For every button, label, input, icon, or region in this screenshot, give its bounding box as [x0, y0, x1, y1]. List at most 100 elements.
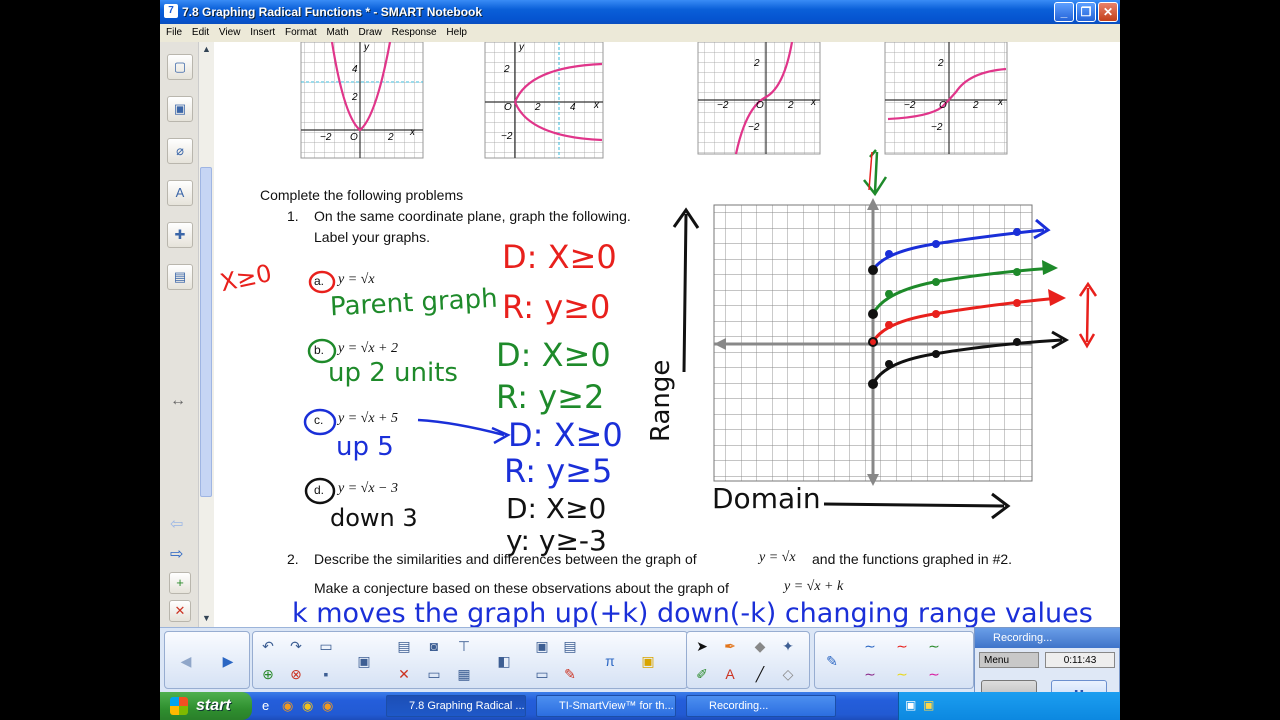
item-d-equation: y = √x − 3	[338, 481, 399, 496]
pen-style-purple-icon[interactable]: ∼	[859, 663, 881, 685]
menu-format[interactable]: Format	[285, 24, 317, 42]
delete-page-icon[interactable]: ✕	[169, 600, 191, 622]
g3-origin: O	[756, 100, 764, 111]
whiteboard-page[interactable]: 4 2 −2 O 2 x y 2 O 2 4 −2 x y 2 −2 O 2 x…	[214, 42, 1120, 627]
forward-arrow-icon[interactable]: ▶	[217, 650, 239, 672]
next-page-icon[interactable]: ⇨	[170, 544, 183, 564]
note-c-range: R: y≥5	[504, 452, 613, 490]
menu-view[interactable]: View	[219, 24, 241, 42]
item-c-equation: y = √x + 5	[338, 411, 399, 426]
edit-tools-group: ↶ ↷ ▭ ⊕ ⊗ ▪ ▣ ▤ ◙ ⊤ ✕ ▭ ▦ ◧ ▣ ▤ ▭ ✎ π ▣	[252, 631, 688, 689]
restore-button[interactable]: ❐	[1076, 2, 1096, 22]
table-insert-icon[interactable]: ⊤	[453, 635, 475, 657]
properties-icon[interactable]: A	[167, 180, 193, 206]
windows-logo-icon	[170, 697, 188, 715]
task-recording[interactable]: Recording...	[686, 695, 836, 717]
screen-icon[interactable]: ▭	[423, 663, 445, 685]
firefox-icon[interactable]: ◉	[282, 698, 293, 714]
pen-style-green-icon[interactable]: ∼	[923, 635, 945, 657]
menu-bar: File Edit View Insert Format Math Draw R…	[160, 24, 1120, 42]
magic-pen-icon[interactable]: ✦	[777, 635, 799, 657]
item-d-letter: d.	[314, 483, 325, 497]
menu-file[interactable]: File	[166, 24, 182, 42]
menu-math[interactable]: Math	[326, 24, 348, 42]
creative-pen-icon[interactable]: ✐	[691, 663, 713, 685]
redo-icon[interactable]: ↷	[285, 635, 307, 657]
line-icon[interactable]: ╱	[749, 663, 771, 685]
text-icon[interactable]: A	[719, 663, 741, 685]
minimize-button[interactable]: _	[1054, 2, 1074, 22]
tray-lock-icon[interactable]: ▣	[923, 698, 934, 712]
menu-response[interactable]: Response	[392, 24, 437, 42]
scroll-down-icon[interactable]: ▼	[201, 613, 212, 623]
g3-tick-2x: 2	[787, 100, 794, 111]
pen-icon[interactable]: ✒	[719, 635, 741, 657]
note-up-2-units: up 2 units	[328, 358, 458, 388]
g1-origin: O	[350, 132, 358, 143]
pen-properties-icon[interactable]: ✎	[821, 650, 843, 672]
task-smart-notebook[interactable]: 7.8 Graphing Radical ...	[386, 695, 526, 717]
g2-x-label: x	[593, 100, 600, 111]
lock-icon[interactable]: ▣	[637, 650, 659, 672]
g4-origin: O	[939, 100, 947, 111]
q1-line1: On the same coordinate plane, graph the …	[314, 208, 631, 224]
g4-tick-neg2y: −2	[931, 122, 943, 133]
previous-page-icon[interactable]: ⇦	[170, 514, 183, 534]
fill-icon[interactable]: ▤	[559, 635, 581, 657]
ie-icon[interactable]: e	[262, 698, 269, 713]
scroll-thumb[interactable]	[200, 167, 212, 497]
recorder-menu-button[interactable]: Menu	[979, 652, 1039, 668]
delete-page-icon[interactable]: ⊗	[285, 663, 307, 685]
table-icon[interactable]: ▦	[453, 663, 475, 685]
q1-line2: Label your graphs.	[314, 229, 430, 245]
firefox-2-icon[interactable]: ◉	[322, 698, 333, 714]
save-icon[interactable]: ▪	[315, 663, 337, 685]
display-icon[interactable]: ▣	[531, 635, 553, 657]
undo-icon[interactable]: ↶	[257, 635, 279, 657]
pointer-icon[interactable]: ➤	[691, 635, 713, 657]
camera-icon[interactable]: ◙	[423, 635, 445, 657]
menu-draw[interactable]: Draw	[358, 24, 381, 42]
task-ti-smartview[interactable]: TI-SmartView™ for th...	[536, 695, 676, 717]
addon-icon[interactable]: ✚	[167, 222, 193, 248]
attachment-icon[interactable]: ⌀	[167, 138, 193, 164]
pen-style-magenta-icon[interactable]: ∼	[923, 663, 945, 685]
menu-insert[interactable]: Insert	[250, 24, 275, 42]
q2-line2-equation: y = √x + k	[784, 579, 844, 594]
page-sorter-icon[interactable]: ▢	[167, 54, 193, 80]
vertical-scrollbar[interactable]: ▲ ▼	[198, 42, 214, 627]
chrome-icon[interactable]: ◉	[302, 698, 313, 714]
clear-ink-icon[interactable]: ✎	[559, 663, 581, 685]
close-button[interactable]: ✕	[1098, 2, 1118, 22]
screen-shade-icon[interactable]: ▣	[353, 650, 375, 672]
item-c-letter: c.	[314, 413, 324, 427]
paste-icon[interactable]: ▤	[393, 635, 415, 657]
pen-style-blue-icon[interactable]: ∼	[859, 635, 881, 657]
g1-tick-4: 4	[352, 64, 358, 75]
shape-eraser-icon[interactable]: ◇	[777, 663, 799, 685]
tray-network-icon[interactable]: ▣	[905, 698, 916, 712]
menu-edit[interactable]: Edit	[192, 24, 209, 42]
gallery-icon[interactable]: ▣	[167, 96, 193, 122]
scroll-up-icon[interactable]: ▲	[201, 44, 212, 54]
eraser-icon[interactable]: ◆	[749, 635, 771, 657]
g2-tick-4x: 4	[570, 102, 576, 113]
back-arrow-icon[interactable]: ◀	[175, 650, 197, 672]
monitor-icon[interactable]: ▭	[531, 663, 553, 685]
note-a-domain: D: X≥0	[502, 238, 617, 276]
pen-style-yellow-icon[interactable]: ∼	[891, 663, 913, 685]
pen-style-red-icon[interactable]: ∼	[891, 635, 913, 657]
open-file-icon[interactable]: ▭	[315, 635, 337, 657]
lock-icon[interactable]: ▤	[167, 264, 193, 290]
document-camera-icon[interactable]: ◧	[493, 650, 515, 672]
delete-icon[interactable]: ✕	[393, 663, 415, 685]
note-b-range: R: y≥2	[496, 378, 605, 416]
page-nav-group: ◀ ▶	[164, 631, 250, 689]
add-page-icon[interactable]: +	[169, 572, 191, 594]
math-pi-icon[interactable]: π	[599, 650, 621, 672]
note-b-domain: D: X≥0	[496, 336, 611, 374]
menu-help[interactable]: Help	[446, 24, 467, 42]
thumbnail-graph-1: 4 2 −2 O 2 x y	[300, 42, 424, 159]
add-page-icon[interactable]: ⊕	[257, 663, 279, 685]
resize-sidebar-icon[interactable]: ↔	[170, 392, 186, 410]
